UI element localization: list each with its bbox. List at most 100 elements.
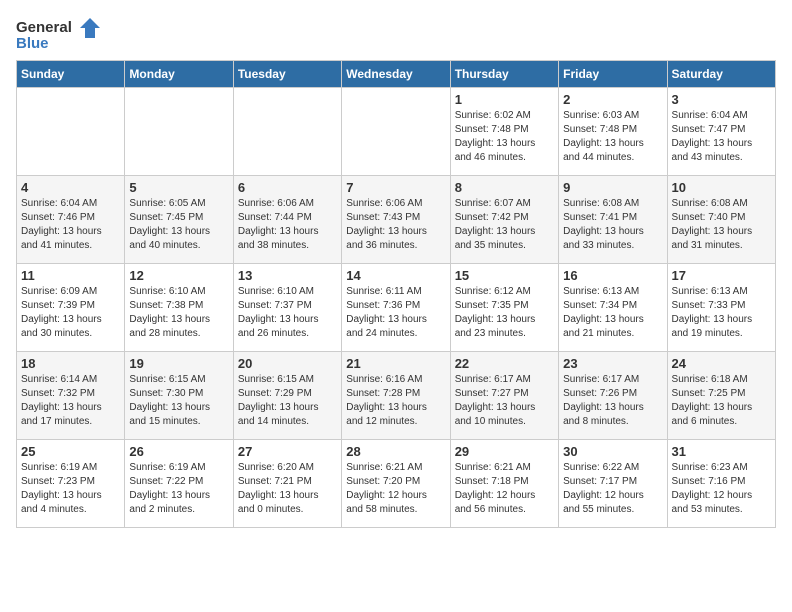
day-info: Sunrise: 6:16 AM Sunset: 7:28 PM Dayligh…	[346, 373, 445, 429]
header-cell-tuesday: Tuesday	[233, 61, 341, 88]
day-info: Sunrise: 6:17 AM Sunset: 7:27 PM Dayligh…	[455, 373, 554, 429]
svg-text:General: General	[16, 19, 72, 36]
day-info: Sunrise: 6:05 AM Sunset: 7:45 PM Dayligh…	[129, 197, 228, 253]
week-row-3: 11Sunrise: 6:09 AM Sunset: 7:39 PM Dayli…	[17, 264, 776, 352]
day-info: Sunrise: 6:03 AM Sunset: 7:48 PM Dayligh…	[563, 109, 662, 165]
calendar-cell: 20Sunrise: 6:15 AM Sunset: 7:29 PM Dayli…	[233, 352, 341, 440]
day-info: Sunrise: 6:22 AM Sunset: 7:17 PM Dayligh…	[563, 461, 662, 517]
day-info: Sunrise: 6:04 AM Sunset: 7:47 PM Dayligh…	[672, 109, 771, 165]
calendar-cell: 11Sunrise: 6:09 AM Sunset: 7:39 PM Dayli…	[17, 264, 125, 352]
calendar-cell: 21 Sunrise: 6:16 AM Sunset: 7:28 PM Dayli…	[342, 352, 450, 440]
header-cell-thursday: Thursday	[450, 61, 558, 88]
day-number: 24	[672, 356, 771, 371]
day-number: 29	[455, 444, 554, 459]
calendar-table: SundayMondayTuesdayWednesdayThursdayFrid…	[16, 60, 776, 528]
calendar-cell: 26 Sunrise: 6:19 AM Sunset: 7:22 PM Dayli…	[125, 440, 233, 528]
day-number: 17	[672, 268, 771, 283]
logo-svg: GeneralBlue	[16, 16, 106, 52]
header-cell-monday: Monday	[125, 61, 233, 88]
header: GeneralBlue	[16, 16, 776, 52]
logo: GeneralBlue	[16, 16, 106, 52]
day-number: 27	[238, 444, 337, 459]
day-info: Sunrise: 6:17 AM Sunset: 7:26 PM Dayligh…	[563, 373, 662, 429]
day-number: 28	[346, 444, 445, 459]
day-number: 9	[563, 180, 662, 195]
day-info: Sunrise: 6:23 AM Sunset: 7:16 PM Dayligh…	[672, 461, 771, 517]
calendar-cell: 23Sunrise: 6:17 AM Sunset: 7:26 PM Dayli…	[559, 352, 667, 440]
day-number: 2	[563, 92, 662, 107]
header-cell-sunday: Sunday	[17, 61, 125, 88]
day-number: 16	[563, 268, 662, 283]
day-info: Sunrise: 6:10 AM Sunset: 7:38 PM Dayligh…	[129, 285, 228, 341]
day-number: 12	[129, 268, 228, 283]
day-info: Sunrise: 6:11 AM Sunset: 7:36 PM Dayligh…	[346, 285, 445, 341]
calendar-cell: 27 Sunrise: 6:20 AM Sunset: 7:21 PM Dayli…	[233, 440, 341, 528]
day-info: Sunrise: 6:07 AM Sunset: 7:42 PM Dayligh…	[455, 197, 554, 253]
day-info: Sunrise: 6:12 AM Sunset: 7:35 PM Dayligh…	[455, 285, 554, 341]
header-cell-saturday: Saturday	[667, 61, 775, 88]
calendar-cell: 1 Sunrise: 6:02 AM Sunset: 7:48 PM Daylig…	[450, 88, 558, 176]
day-info: Sunrise: 6:09 AM Sunset: 7:39 PM Dayligh…	[21, 285, 120, 341]
day-number: 18	[21, 356, 120, 371]
calendar-cell: 18 Sunrise: 6:14 AM Sunset: 7:32 PM Dayli…	[17, 352, 125, 440]
calendar-cell: 14 Sunrise: 6:11 AM Sunset: 7:36 PM Dayli…	[342, 264, 450, 352]
day-number: 21	[346, 356, 445, 371]
calendar-body: 1 Sunrise: 6:02 AM Sunset: 7:48 PM Daylig…	[17, 88, 776, 528]
calendar-cell: 19 Sunrise: 6:15 AM Sunset: 7:30 PM Dayli…	[125, 352, 233, 440]
day-number: 10	[672, 180, 771, 195]
calendar-cell: 31Sunrise: 6:23 AM Sunset: 7:16 PM Dayli…	[667, 440, 775, 528]
day-info: Sunrise: 6:20 AM Sunset: 7:21 PM Dayligh…	[238, 461, 337, 517]
calendar-cell	[17, 88, 125, 176]
day-number: 22	[455, 356, 554, 371]
day-info: Sunrise: 6:08 AM Sunset: 7:40 PM Dayligh…	[672, 197, 771, 253]
day-info: Sunrise: 6:15 AM Sunset: 7:29 PM Dayligh…	[238, 373, 337, 429]
day-number: 4	[21, 180, 120, 195]
day-number: 15	[455, 268, 554, 283]
calendar-cell: 29Sunrise: 6:21 AM Sunset: 7:18 PM Dayli…	[450, 440, 558, 528]
calendar-cell: 15 Sunrise: 6:12 AM Sunset: 7:35 PM Dayli…	[450, 264, 558, 352]
day-number: 8	[455, 180, 554, 195]
day-number: 6	[238, 180, 337, 195]
calendar-cell: 12 Sunrise: 6:10 AM Sunset: 7:38 PM Dayli…	[125, 264, 233, 352]
calendar-cell: 5Sunrise: 6:05 AM Sunset: 7:45 PM Daylig…	[125, 176, 233, 264]
calendar-cell: 10 Sunrise: 6:08 AM Sunset: 7:40 PM Dayli…	[667, 176, 775, 264]
calendar-cell: 16 Sunrise: 6:13 AM Sunset: 7:34 PM Dayli…	[559, 264, 667, 352]
day-number: 14	[346, 268, 445, 283]
calendar-cell: 8 Sunrise: 6:07 AM Sunset: 7:42 PM Daylig…	[450, 176, 558, 264]
calendar-cell: 22 Sunrise: 6:17 AM Sunset: 7:27 PM Dayli…	[450, 352, 558, 440]
day-info: Sunrise: 6:08 AM Sunset: 7:41 PM Dayligh…	[563, 197, 662, 253]
day-info: Sunrise: 6:14 AM Sunset: 7:32 PM Dayligh…	[21, 373, 120, 429]
calendar-cell: 4Sunrise: 6:04 AM Sunset: 7:46 PM Daylig…	[17, 176, 125, 264]
day-info: Sunrise: 6:19 AM Sunset: 7:22 PM Dayligh…	[129, 461, 228, 517]
calendar-cell	[342, 88, 450, 176]
calendar-cell: 17 Sunrise: 6:13 AM Sunset: 7:33 PM Dayli…	[667, 264, 775, 352]
week-row-1: 1 Sunrise: 6:02 AM Sunset: 7:48 PM Daylig…	[17, 88, 776, 176]
day-info: Sunrise: 6:15 AM Sunset: 7:30 PM Dayligh…	[129, 373, 228, 429]
calendar-cell: 9 Sunrise: 6:08 AM Sunset: 7:41 PM Daylig…	[559, 176, 667, 264]
day-number: 19	[129, 356, 228, 371]
day-info: Sunrise: 6:13 AM Sunset: 7:33 PM Dayligh…	[672, 285, 771, 341]
day-info: Sunrise: 6:10 AM Sunset: 7:37 PM Dayligh…	[238, 285, 337, 341]
calendar-cell	[233, 88, 341, 176]
week-row-2: 4Sunrise: 6:04 AM Sunset: 7:46 PM Daylig…	[17, 176, 776, 264]
calendar-cell: 6Sunrise: 6:06 AM Sunset: 7:44 PM Daylig…	[233, 176, 341, 264]
day-number: 7	[346, 180, 445, 195]
day-info: Sunrise: 6:19 AM Sunset: 7:23 PM Dayligh…	[21, 461, 120, 517]
week-row-4: 18 Sunrise: 6:14 AM Sunset: 7:32 PM Dayli…	[17, 352, 776, 440]
calendar-cell: 2 Sunrise: 6:03 AM Sunset: 7:48 PM Daylig…	[559, 88, 667, 176]
calendar-cell: 28Sunrise: 6:21 AM Sunset: 7:20 PM Dayli…	[342, 440, 450, 528]
calendar-cell: 3 Sunrise: 6:04 AM Sunset: 7:47 PM Daylig…	[667, 88, 775, 176]
day-info: Sunrise: 6:18 AM Sunset: 7:25 PM Dayligh…	[672, 373, 771, 429]
header-cell-wednesday: Wednesday	[342, 61, 450, 88]
day-number: 1	[455, 92, 554, 107]
calendar-cell: 7Sunrise: 6:06 AM Sunset: 7:43 PM Daylig…	[342, 176, 450, 264]
week-row-5: 25 Sunrise: 6:19 AM Sunset: 7:23 PM Dayli…	[17, 440, 776, 528]
day-number: 3	[672, 92, 771, 107]
calendar-cell: 24 Sunrise: 6:18 AM Sunset: 7:25 PM Dayli…	[667, 352, 775, 440]
header-row: SundayMondayTuesdayWednesdayThursdayFrid…	[17, 61, 776, 88]
day-info: Sunrise: 6:02 AM Sunset: 7:48 PM Dayligh…	[455, 109, 554, 165]
day-number: 30	[563, 444, 662, 459]
day-number: 25	[21, 444, 120, 459]
day-number: 26	[129, 444, 228, 459]
day-info: Sunrise: 6:13 AM Sunset: 7:34 PM Dayligh…	[563, 285, 662, 341]
